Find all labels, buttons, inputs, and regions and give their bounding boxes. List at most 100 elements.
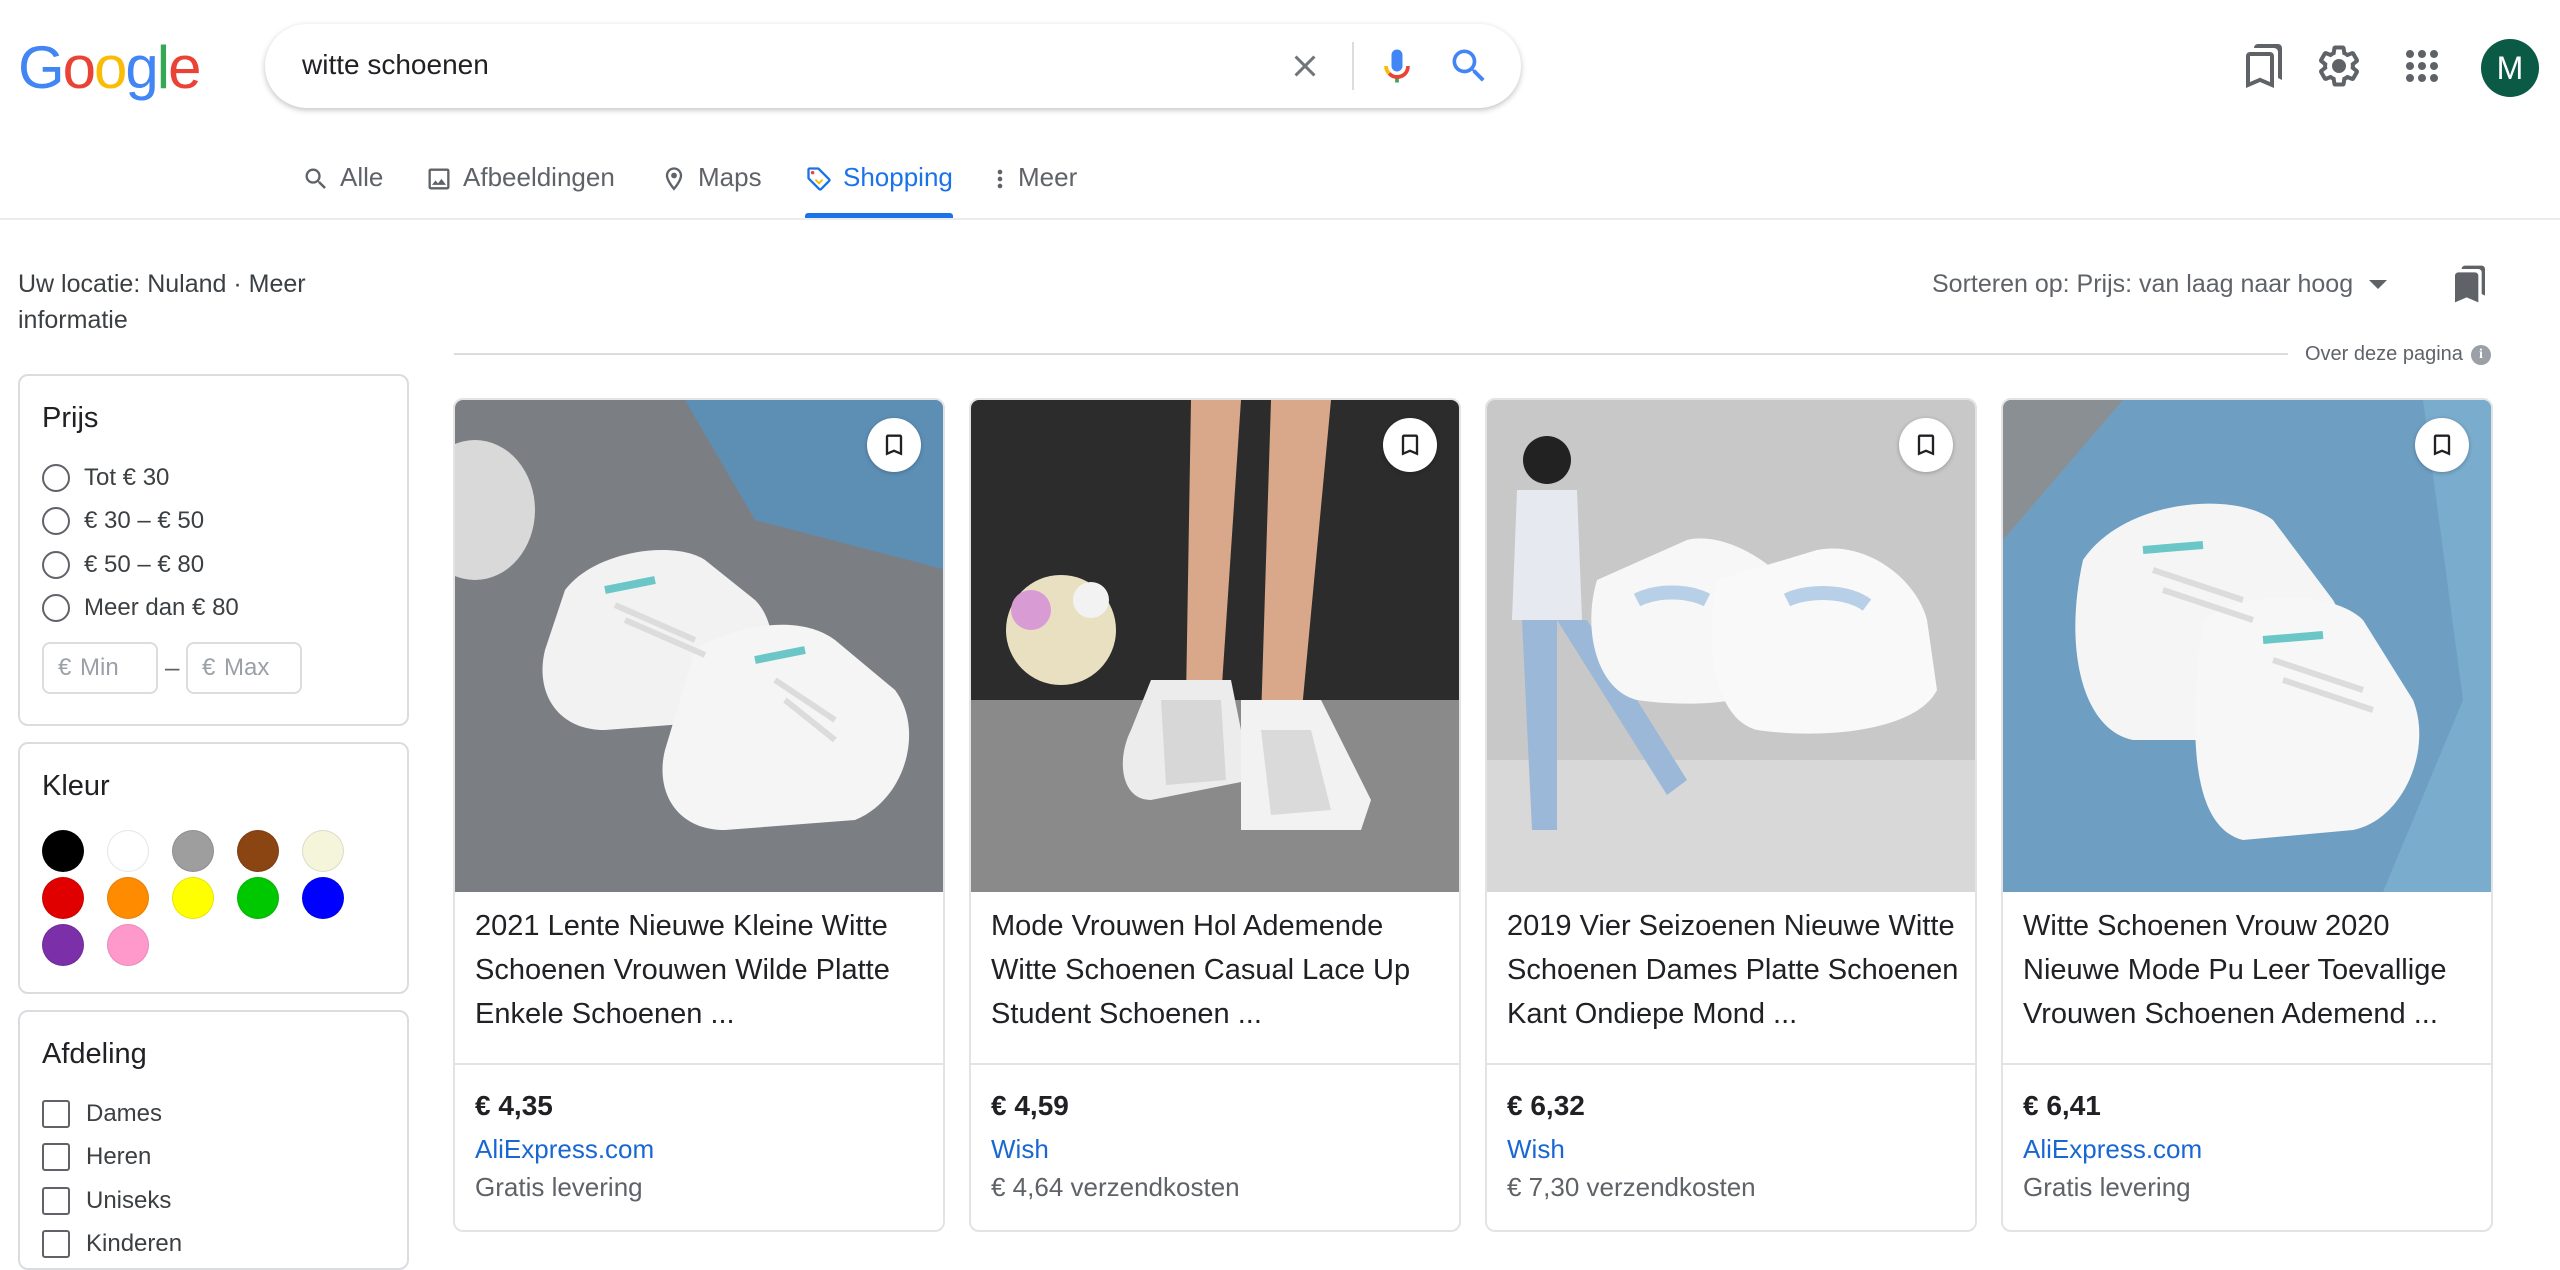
product-title[interactable]: 2021 Lente Nieuwe Kleine Witte Schoenen … bbox=[475, 904, 927, 1036]
color-swatch[interactable] bbox=[42, 830, 84, 872]
department-filter: Afdeling Dames Heren Uniseks Kinderen bbox=[18, 1010, 409, 1270]
color-swatch[interactable] bbox=[237, 830, 279, 872]
about-label: Over deze pagina bbox=[2305, 343, 2463, 365]
price-option-label: Meer dan € 80 bbox=[84, 594, 239, 621]
product-title[interactable]: Witte Schoenen Vrouw 2020 Nieuwe Mode Pu… bbox=[2023, 904, 2475, 1036]
department-option-label: Dames bbox=[86, 1100, 163, 1127]
department-option-label: Kinderen bbox=[86, 1230, 183, 1257]
saved-items-icon[interactable] bbox=[2450, 264, 2490, 304]
tab-maps[interactable]: Maps bbox=[660, 162, 762, 218]
price-option[interactable]: Tot € 30 bbox=[42, 464, 169, 492]
bookmark-icon bbox=[1917, 434, 1935, 456]
color-swatch[interactable] bbox=[302, 877, 344, 919]
info-icon: i bbox=[2470, 344, 2491, 365]
saved-items-icon[interactable] bbox=[2240, 42, 2288, 90]
bookmark-button[interactable] bbox=[1899, 418, 1953, 472]
color-swatch[interactable] bbox=[172, 877, 214, 919]
store-link[interactable]: Wish bbox=[1507, 1134, 1565, 1165]
color-swatch[interactable] bbox=[42, 877, 84, 919]
product-price: € 6,41 bbox=[2023, 1090, 2101, 1121]
price-option[interactable]: Meer dan € 80 bbox=[42, 594, 239, 622]
color-filter-title: Kleur bbox=[42, 770, 110, 802]
settings-gear-icon[interactable] bbox=[2315, 42, 2363, 90]
radio-button[interactable] bbox=[42, 464, 70, 492]
about-this-page[interactable]: Over deze pagina i bbox=[2305, 343, 2491, 366]
store-link[interactable]: Wish bbox=[991, 1134, 1049, 1165]
shipping-info: Gratis levering bbox=[2023, 1172, 2191, 1202]
price-option[interactable]: € 30 – € 50 bbox=[42, 507, 204, 535]
clear-icon[interactable] bbox=[1287, 48, 1323, 84]
checkbox[interactable] bbox=[42, 1187, 70, 1215]
sort-label: Sorteren op: Prijs: van laag naar hoog bbox=[1932, 270, 2354, 298]
card-divider bbox=[2003, 1063, 2491, 1065]
google-logo[interactable]: Google bbox=[18, 38, 202, 98]
color-swatch[interactable] bbox=[42, 924, 84, 966]
tab-label: Meer bbox=[1018, 162, 1078, 192]
radio-button[interactable] bbox=[42, 507, 70, 535]
search-input[interactable]: witte schoenen bbox=[302, 49, 489, 81]
department-option[interactable]: Heren bbox=[42, 1143, 151, 1171]
color-swatch[interactable] bbox=[237, 877, 279, 919]
store-link[interactable]: AliExpress.com bbox=[475, 1134, 654, 1165]
tab-label: Shopping bbox=[843, 162, 953, 192]
sort-dropdown[interactable]: Sorteren op: Prijs: van laag naar hoog bbox=[1932, 270, 2388, 299]
price-option-label: € 30 – € 50 bbox=[84, 507, 205, 534]
card-divider bbox=[1487, 1063, 1975, 1065]
apps-grid-icon[interactable] bbox=[2398, 42, 2446, 90]
bookmark-button[interactable] bbox=[1383, 418, 1437, 472]
max-price-field[interactable]: € bbox=[186, 642, 302, 694]
microphone-icon[interactable] bbox=[1375, 44, 1419, 88]
department-option[interactable]: Dames bbox=[42, 1100, 162, 1128]
radio-button[interactable] bbox=[42, 551, 70, 579]
currency-prefix: € bbox=[58, 654, 72, 681]
checkbox[interactable] bbox=[42, 1230, 70, 1258]
search-tabs: Alle Afbeeldingen Maps Shopping Meer bbox=[0, 150, 2560, 220]
color-swatch[interactable] bbox=[172, 830, 214, 872]
product-title[interactable]: 2019 Vier Seizoenen Nieuwe Witte Schoene… bbox=[1507, 904, 1959, 1036]
color-swatch[interactable] bbox=[107, 830, 149, 872]
card-divider bbox=[455, 1063, 943, 1065]
store-link[interactable]: AliExpress.com bbox=[2023, 1134, 2202, 1165]
tab-afbeeldingen[interactable]: Afbeeldingen bbox=[425, 162, 615, 218]
color-swatch[interactable] bbox=[107, 877, 149, 919]
product-title[interactable]: Mode Vrouwen Hol Ademende Witte Schoenen… bbox=[991, 904, 1443, 1036]
price-filter-title: Prijs bbox=[42, 402, 99, 434]
color-swatch[interactable] bbox=[302, 830, 344, 872]
department-option-label: Heren bbox=[86, 1143, 152, 1170]
max-price-input[interactable] bbox=[222, 653, 287, 683]
min-price-field[interactable]: € bbox=[42, 642, 158, 694]
search-icon[interactable] bbox=[1447, 44, 1491, 88]
account-avatar[interactable]: M bbox=[2481, 39, 2539, 97]
product-card[interactable]: 2021 Lente Nieuwe Kleine Witte Schoenen … bbox=[453, 398, 945, 1232]
tab-meer[interactable]: Meer bbox=[992, 162, 1077, 218]
product-card[interactable]: 2019 Vier Seizoenen Nieuwe Witte Schoene… bbox=[1485, 398, 1977, 1232]
product-card[interactable]: Witte Schoenen Vrouw 2020 Nieuwe Mode Pu… bbox=[2001, 398, 2493, 1232]
color-filter: Kleur bbox=[18, 742, 409, 994]
tab-alle[interactable]: Alle bbox=[302, 162, 383, 218]
department-option[interactable]: Uniseks bbox=[42, 1187, 171, 1215]
price-option-label: € 50 – € 80 bbox=[84, 551, 205, 578]
shipping-info: € 7,30 verzendkosten bbox=[1507, 1172, 1756, 1202]
price-option[interactable]: € 50 – € 80 bbox=[42, 551, 204, 579]
tab-label: Maps bbox=[698, 162, 762, 192]
bookmark-icon bbox=[1401, 434, 1419, 456]
bookmark-button[interactable] bbox=[867, 418, 921, 472]
radio-button[interactable] bbox=[42, 594, 70, 622]
checkbox[interactable] bbox=[42, 1100, 70, 1128]
location-info: Uw locatie: Nuland · Meer informatie bbox=[18, 266, 358, 338]
card-divider bbox=[971, 1063, 1459, 1065]
tab-label: Alle bbox=[340, 162, 384, 192]
search-box: witte schoenen bbox=[265, 24, 1521, 108]
bookmark-icon bbox=[2433, 434, 2451, 456]
min-price-input[interactable] bbox=[78, 653, 143, 683]
bookmark-button[interactable] bbox=[2415, 418, 2469, 472]
product-image bbox=[971, 400, 1459, 892]
department-option[interactable]: Kinderen bbox=[42, 1230, 182, 1258]
results-divider bbox=[454, 353, 2288, 355]
price-tag-icon bbox=[807, 167, 831, 191]
checkbox[interactable] bbox=[42, 1143, 70, 1171]
product-card[interactable]: Mode Vrouwen Hol Ademende Witte Schoenen… bbox=[969, 398, 1461, 1232]
color-swatch[interactable] bbox=[107, 924, 149, 966]
tabs-divider bbox=[0, 218, 2560, 220]
tab-shopping[interactable]: Shopping bbox=[805, 162, 953, 218]
